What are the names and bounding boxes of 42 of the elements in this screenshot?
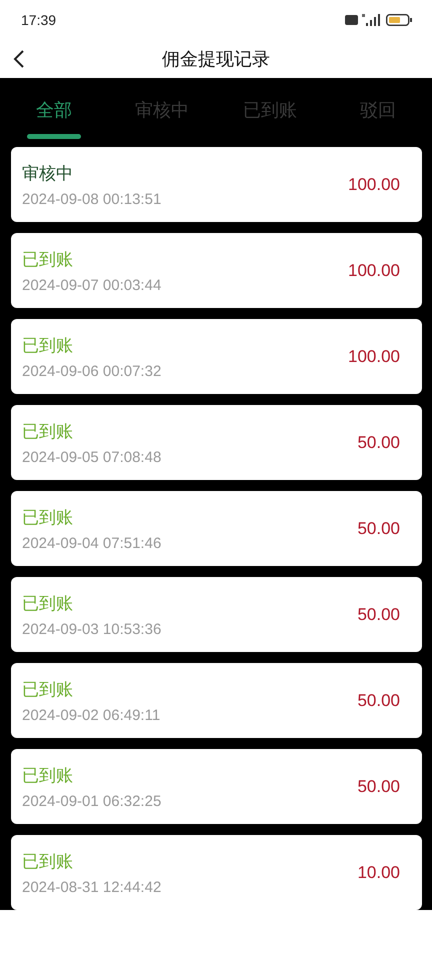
status-label: 已到账 (22, 592, 74, 614)
record-time: 2024-09-03 10:53:36 (22, 620, 162, 638)
record-card[interactable]: 已到账 2024-09-03 10:53:36 50.00 (11, 577, 422, 652)
page-title: 佣金提现记录 (162, 48, 270, 71)
record-time: 2024-09-05 07:08:48 (22, 448, 162, 466)
hd-icon (345, 15, 358, 25)
record-time: 2024-09-06 00:07:32 (22, 362, 162, 380)
amount: 100.00 (348, 260, 400, 280)
tab[interactable]: 全部 (0, 78, 108, 140)
amount: 50.00 (357, 432, 400, 452)
clock-time: 17:39 (21, 12, 56, 28)
record-time: 2024-09-01 06:32:25 (22, 792, 162, 810)
record-time: 2024-09-02 06:49:11 (22, 706, 160, 724)
status-label: 已到账 (22, 850, 74, 872)
record-time: 2024-08-31 12:44:42 (22, 878, 162, 896)
record-card[interactable]: 已到账 2024-09-05 07:08:48 50.00 (11, 405, 422, 480)
amount: 50.00 (357, 604, 400, 624)
record-card[interactable]: 已到账 2024-09-02 06:49:11 50.00 (11, 663, 422, 738)
status-label: 已到账 (22, 678, 74, 700)
signal-icon (362, 14, 382, 26)
status-label: 审核中 (22, 162, 74, 184)
status-label: 已到账 (22, 764, 74, 786)
record-card[interactable]: 已到账 2024-08-31 12:44:42 10.00 (11, 835, 422, 910)
record-card[interactable]: 已到账 2024-09-04 07:51:46 50.00 (11, 491, 422, 566)
status-label: 已到账 (22, 420, 74, 442)
amount: 50.00 (357, 518, 400, 538)
amount: 10.00 (357, 862, 400, 882)
amount: 50.00 (357, 776, 400, 796)
amount: 100.00 (348, 346, 400, 366)
record-time: 2024-09-04 07:51:46 (22, 534, 162, 552)
record-card[interactable]: 已到账 2024-09-01 06:32:25 50.00 (11, 749, 422, 824)
amount: 50.00 (357, 690, 400, 710)
status-label: 已到账 (22, 506, 74, 528)
amount: 100.00 (348, 174, 400, 194)
record-card[interactable]: 已到账 2024-09-07 00:03:44 100.00 (11, 233, 422, 308)
record-time: 2024-09-07 00:03:44 (22, 276, 162, 294)
record-time: 2024-09-08 00:13:51 (22, 190, 162, 208)
record-card[interactable]: 已到账 2024-09-06 00:07:32 100.00 (11, 319, 422, 394)
battery-icon (386, 14, 412, 26)
status-label: 已到账 (22, 334, 74, 356)
status-label: 已到账 (22, 248, 74, 270)
record-card[interactable]: 审核中 2024-09-08 00:13:51 100.00 (11, 147, 422, 222)
